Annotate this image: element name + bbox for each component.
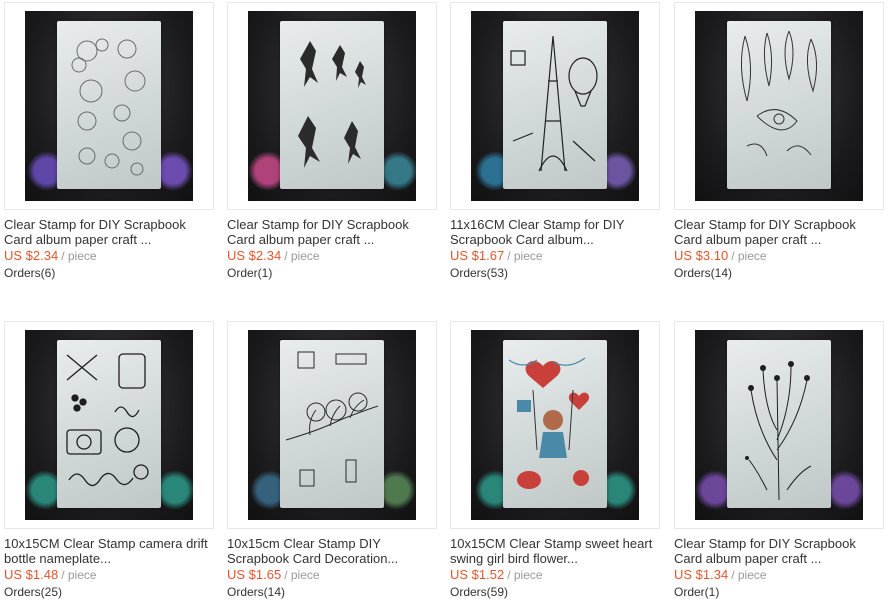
product-card[interactable]: Clear Stamp for DIY Scrapbook Card album… [674, 321, 884, 599]
price-unit: / piece [507, 568, 543, 582]
product-price: US $2.34 [227, 248, 282, 263]
product-title[interactable]: Clear Stamp for DIY Scrapbook Card album… [674, 536, 879, 566]
order-count: Orders(25) [4, 585, 63, 599]
order-count: Orders(14) [227, 585, 286, 599]
price-unit: / piece [731, 568, 767, 582]
product-card[interactable]: 11x16CM Clear Stamp for DIY Scrapbook Ca… [450, 2, 660, 280]
product-price: US $1.65 [227, 567, 282, 582]
price-unit: / piece [61, 249, 97, 263]
product-image-owl-and-bear-stamps[interactable] [4, 2, 214, 210]
product-card[interactable]: Clear Stamp for DIY Scrapbook Card album… [227, 2, 437, 280]
order-count: Orders(14) [674, 266, 733, 280]
product-title[interactable]: 10x15CM Clear Stamp camera drift bottle … [4, 536, 209, 566]
product-image-eiffel-tower-stamps[interactable] [450, 2, 660, 210]
product-image-feather-stamps[interactable] [674, 2, 884, 210]
price-unit: / piece [284, 568, 320, 582]
product-price: US $1.67 [450, 248, 505, 263]
product-price: US $2.34 [4, 248, 59, 263]
price-unit: / piece [731, 249, 767, 263]
order-count: Orders(59) [450, 585, 509, 599]
product-price: US $1.48 [4, 567, 59, 582]
price-unit: / piece [284, 249, 320, 263]
product-image-tree-branch-stamps[interactable] [227, 321, 437, 529]
product-card[interactable]: 10x15CM Clear Stamp camera drift bottle … [4, 321, 214, 599]
product-card[interactable]: Clear Stamp for DIY Scrapbook Card album… [674, 2, 884, 280]
product-card[interactable]: 10x15cm Clear Stamp DIY Scrapbook Card D… [227, 321, 437, 599]
product-title[interactable]: Clear Stamp for DIY Scrapbook Card album… [227, 217, 432, 247]
product-card[interactable]: 10x15CM Clear Stamp sweet heart swing gi… [450, 321, 660, 599]
product-price: US $3.10 [674, 248, 729, 263]
product-image-fairy-silhouette-stamps[interactable] [227, 2, 437, 210]
order-count: Orders(53) [450, 266, 509, 280]
product-image-camera-time-dream-stamps[interactable] [4, 321, 214, 529]
product-title[interactable]: 11x16CM Clear Stamp for DIY Scrapbook Ca… [450, 217, 655, 247]
order-count: Order(1) [674, 585, 720, 599]
order-count: Order(1) [227, 266, 273, 280]
price-unit: / piece [507, 249, 543, 263]
product-title[interactable]: 10x15cm Clear Stamp DIY Scrapbook Card D… [227, 536, 432, 566]
product-card[interactable]: Clear Stamp for DIY Scrapbook Card album… [4, 2, 214, 280]
product-title[interactable]: 10x15CM Clear Stamp sweet heart swing gi… [450, 536, 655, 566]
price-unit: / piece [61, 568, 97, 582]
product-image-wildflower-stamp[interactable] [674, 321, 884, 529]
product-title[interactable]: Clear Stamp for DIY Scrapbook Card album… [4, 217, 209, 247]
product-title[interactable]: Clear Stamp for DIY Scrapbook Card album… [674, 217, 879, 247]
order-count: Orders(6) [4, 266, 56, 280]
product-price: US $1.34 [674, 567, 729, 582]
product-price: US $1.52 [450, 567, 505, 582]
product-image-swing-girl-stamps[interactable] [450, 321, 660, 529]
